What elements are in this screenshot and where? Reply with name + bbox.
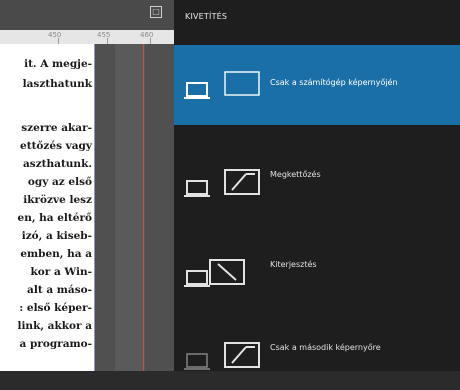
text-line: izó, a kiseb- [21,230,92,242]
pasteboard-column [115,44,145,371]
text-line: aszthatunk. [22,158,92,170]
text-line: : első képer- [19,302,92,314]
panel-title: KIVETÍTÉS [185,12,228,21]
duplicate-icon [184,169,260,197]
option-label: Kiterjesztés [270,260,317,269]
option-second-screen-only[interactable]: Csak a második képernyőre [174,310,460,390]
margin-guide [143,44,144,371]
option-pc-screen-only[interactable]: Csak a számítógép képernyőjén [174,45,460,125]
text-line: kor a Win- [30,266,92,278]
ruler-tick: 460 [140,31,154,39]
option-duplicate[interactable]: Megkettőzés [174,137,460,217]
option-extend[interactable]: Kiterjesztés [174,227,460,307]
project-panel: KIVETÍTÉS Csak a számítógép képernyőjén … [174,0,460,371]
text-line: ogy az első [27,176,92,188]
text-line: ikrözve lesz [23,194,92,206]
text-line: a programo- [19,338,93,350]
text-line: alt a máso- [27,284,92,296]
pc-screen-only-icon [184,71,260,99]
text-line: ettőzés vagy [20,140,92,152]
text-line: laszthatunk [22,78,92,90]
ruler: 450 455 460 [0,30,174,45]
document-page[interactable]: it. A megje- laszthatunk szerre akar- et… [0,44,95,371]
option-label: Csak a számítógép képernyőjén [270,78,398,87]
option-label: Csak a második képernyőre [270,343,381,352]
extend-icon [184,259,245,287]
text-line: en, ha eltérő [17,212,92,224]
pasteboard [95,44,174,371]
option-label: Megkettőzés [270,170,321,179]
second-screen-only-icon [184,342,260,370]
text-line: link, akkor a [17,320,92,332]
text-line: it. A megje- [24,58,92,70]
text-line: szerre akar- [21,122,92,134]
editor-toolbar: □ [0,0,174,30]
ruler-tick: 455 [97,31,111,39]
document-editor: □ 450 455 460 it. A megje- laszthatunk s… [0,0,174,371]
ruler-tick: 450 [48,31,62,39]
window-button[interactable]: □ [150,6,162,18]
text-line: emben, ha a [20,248,92,260]
